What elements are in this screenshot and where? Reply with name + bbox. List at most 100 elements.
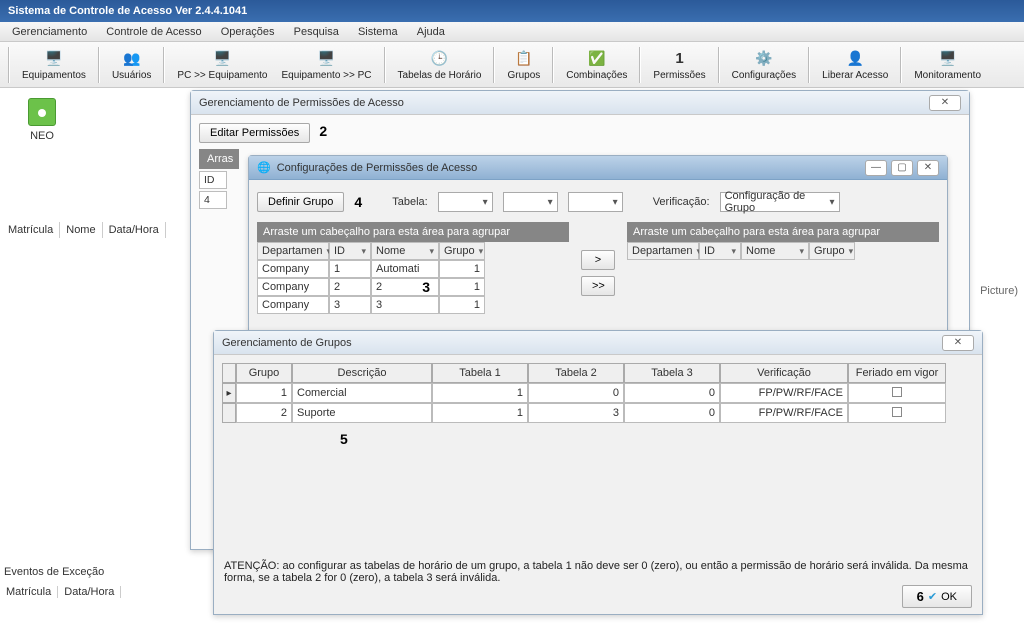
col-departamento[interactable]: Departamen xyxy=(257,242,329,260)
window-titlebar: 🌐 Configurações de Permissões de Acesso … xyxy=(249,156,947,180)
cell: 1 xyxy=(439,260,485,278)
separator xyxy=(900,47,902,83)
editar-permissoes-button[interactable]: Editar Permissões xyxy=(199,123,310,143)
minimize-button[interactable]: — xyxy=(865,160,887,176)
toolbar-pc-equip[interactable]: 🖥️PC >> Equipamento xyxy=(173,44,271,86)
table-row[interactable]: Company 2 23 1 xyxy=(257,278,569,296)
app-titlebar: Sistema de Controle de Acesso Ver 2.4.4.… xyxy=(0,0,1024,22)
toolbar-horario[interactable]: 🕒Tabelas de Horário xyxy=(394,44,486,86)
config-top-row: Definir Grupo 4 Tabela: Verificação: Con… xyxy=(257,192,939,212)
move-one-button[interactable]: > xyxy=(581,250,615,270)
tabela-dropdown-1[interactable] xyxy=(438,192,493,212)
background-bottom-cols: Matrícula Data/Hora xyxy=(0,586,220,598)
toolbar-equipamentos[interactable]: 🖥️Equipamentos xyxy=(18,44,90,86)
window-titlebar: Gerenciamento de Grupos ✕ xyxy=(214,331,982,355)
close-button[interactable]: ✕ xyxy=(942,335,974,351)
col-grupo[interactable]: Grupo xyxy=(439,242,485,260)
definir-grupo-button[interactable]: Definir Grupo xyxy=(257,192,344,212)
table-row[interactable]: 2 Suporte 1 3 0 FP/PW/RF/FACE xyxy=(222,403,974,423)
cell: 1 xyxy=(432,403,528,423)
col-grupo[interactable]: Grupo xyxy=(809,242,855,260)
toolbar-config[interactable]: ⚙️Configurações xyxy=(728,44,800,86)
col-tabela1[interactable]: Tabela 1 xyxy=(432,363,528,383)
ok-button[interactable]: 6 ✔ OK xyxy=(902,585,972,608)
menu-item[interactable]: Operações xyxy=(213,22,283,42)
users-icon: 👥 xyxy=(122,48,142,68)
toolbar-equip-pc[interactable]: 🖥️Equipamento >> PC xyxy=(277,44,375,86)
table-row[interactable]: ▸ 1 Comercial 1 0 0 FP/PW/RF/FACE xyxy=(222,383,974,403)
separator xyxy=(98,47,100,83)
maximize-button[interactable]: ▢ xyxy=(891,160,913,176)
toolbar-grupos[interactable]: 📋Grupos xyxy=(503,44,544,86)
cell: 0 xyxy=(528,383,624,403)
toolbar-monitor[interactable]: 🖥️Monitoramento xyxy=(910,44,985,86)
cell-checkbox[interactable] xyxy=(848,403,946,423)
separator xyxy=(384,47,386,83)
col-nome[interactable]: Nome xyxy=(371,242,439,260)
toolbar-label: Monitoramento xyxy=(914,70,981,81)
window-title: Configurações de Permissões de Acesso xyxy=(277,162,478,174)
menu-item[interactable]: Pesquisa xyxy=(286,22,347,42)
menu-item[interactable]: Ajuda xyxy=(409,22,453,42)
close-button[interactable]: ✕ xyxy=(929,95,961,111)
toolbar-combinacoes[interactable]: ✅Combinações xyxy=(562,44,631,86)
window-title: Gerenciamento de Grupos xyxy=(222,337,352,349)
close-button[interactable]: ✕ xyxy=(917,160,939,176)
group-drop-header: Arraste um cabeçalho para esta área para… xyxy=(627,222,939,242)
verificacao-dropdown[interactable]: Configuração de Grupo xyxy=(720,192,840,212)
right-pane: Arraste um cabeçalho para esta área para… xyxy=(627,222,939,260)
desktop-icon-neo[interactable]: NEO xyxy=(20,98,64,142)
col-verificacao[interactable]: Verificação xyxy=(720,363,848,383)
row-indicator-header xyxy=(222,363,236,383)
cell: 0 xyxy=(624,403,720,423)
col-departamento[interactable]: Departamen xyxy=(627,242,699,260)
id-header: ID xyxy=(199,171,227,189)
col-nome: Nome xyxy=(60,222,102,238)
toolbar-permissoes[interactable]: 1Permissões xyxy=(649,44,709,86)
window-grupos: Gerenciamento de Grupos ✕ Grupo Descriçã… xyxy=(213,330,983,615)
col-nome[interactable]: Nome xyxy=(741,242,809,260)
cell: 1 xyxy=(432,383,528,403)
table-row[interactable]: Company 3 3 1 xyxy=(257,296,569,314)
verif-label: Verificação: xyxy=(653,196,710,208)
col-matricula: Matrícula xyxy=(0,586,58,598)
toolbar-liberar[interactable]: 👤 Liberar Acesso xyxy=(818,44,892,86)
cell: 2 xyxy=(329,278,371,296)
arrow-icon: 🖥️ xyxy=(317,48,337,68)
toolbar-label: Equipamentos xyxy=(22,70,86,81)
callout-2: 2 xyxy=(319,123,327,139)
move-all-button[interactable]: >> xyxy=(581,276,615,296)
window-titlebar: Gerenciamento de Permissões de Acesso ✕ xyxy=(191,91,969,115)
col-tabela2[interactable]: Tabela 2 xyxy=(528,363,624,383)
col-id[interactable]: ID xyxy=(329,242,371,260)
user-icon: 👤 xyxy=(845,48,865,68)
cell: 2 xyxy=(236,403,292,423)
toolbar-label: Liberar Acesso xyxy=(822,70,888,81)
callout-5: 5 xyxy=(340,431,348,447)
cell: 1 xyxy=(329,260,371,278)
window-title: Gerenciamento de Permissões de Acesso xyxy=(199,97,404,109)
tabela-dropdown-2[interactable] xyxy=(503,192,558,212)
ok-icon: ✔ xyxy=(928,590,937,603)
cell: Company xyxy=(257,296,329,314)
toolbar-label: Combinações xyxy=(566,70,627,81)
separator xyxy=(493,47,495,83)
menu-item[interactable]: Sistema xyxy=(350,22,406,42)
tabela-dropdown-3[interactable] xyxy=(568,192,623,212)
toolbar-usuarios[interactable]: 👥Usuários xyxy=(108,44,155,86)
cell: 3 xyxy=(329,296,371,314)
col-feriado[interactable]: Feriado em vigor xyxy=(848,363,946,383)
toolbar-label: Tabelas de Horário xyxy=(398,70,482,81)
cell-checkbox[interactable] xyxy=(848,383,946,403)
col-tabela3[interactable]: Tabela 3 xyxy=(624,363,720,383)
toolbar-label: Permissões xyxy=(653,70,705,81)
menu-item[interactable]: Controle de Acesso xyxy=(98,22,209,42)
col-grupo[interactable]: Grupo xyxy=(236,363,292,383)
table-row[interactable]: Company 1 Automati 1 xyxy=(257,260,569,278)
cell: 3 xyxy=(371,296,439,314)
menu-item[interactable]: Gerenciamento xyxy=(4,22,95,42)
cell: Suporte xyxy=(292,403,432,423)
col-id[interactable]: ID xyxy=(699,242,741,260)
col-descricao[interactable]: Descrição xyxy=(292,363,432,383)
separator xyxy=(639,47,641,83)
